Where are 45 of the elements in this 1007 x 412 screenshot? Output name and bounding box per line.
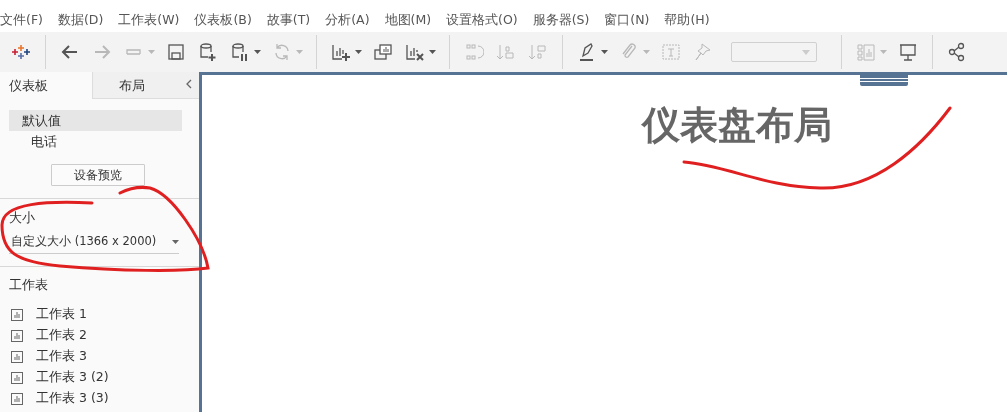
worksheet-icon bbox=[11, 329, 23, 342]
worksheet-icon bbox=[11, 392, 23, 405]
worksheet-icon bbox=[11, 308, 23, 321]
caret-icon[interactable] bbox=[355, 50, 362, 54]
menu-item[interactable]: 故事(T) bbox=[266, 11, 311, 29]
menu-item[interactable]: 帮助(H) bbox=[664, 11, 710, 29]
menu-item[interactable]: 窗口(N) bbox=[604, 11, 650, 29]
drag-handle[interactable] bbox=[860, 75, 908, 86]
menu-item[interactable]: 文件(F) bbox=[0, 11, 43, 29]
dashboard-title: 仪表盘布局 bbox=[642, 102, 832, 149]
caret-icon bbox=[172, 239, 179, 244]
caret-icon bbox=[802, 49, 810, 55]
device-item[interactable]: 电话 bbox=[9, 131, 182, 152]
menu-item[interactable]: 服务器(S) bbox=[532, 11, 590, 29]
caret-icon[interactable] bbox=[254, 50, 261, 54]
caret-icon[interactable] bbox=[601, 50, 608, 54]
panel-tab[interactable]: 布局 bbox=[92, 72, 185, 99]
logo-icon[interactable] bbox=[11, 42, 31, 62]
save-icon[interactable] bbox=[166, 42, 186, 62]
menu-item[interactable]: 数据(D) bbox=[57, 11, 104, 29]
share-icon[interactable] bbox=[947, 42, 967, 62]
menu-item[interactable]: 工作表(W) bbox=[118, 11, 180, 29]
worksheet-item[interactable]: 工作表 3 (2) bbox=[36, 369, 109, 386]
menu-item[interactable]: 设置格式(O) bbox=[446, 11, 518, 29]
worksheet-item[interactable]: 工作表 3 (3) bbox=[36, 390, 109, 407]
section-heading: 大小 bbox=[9, 210, 36, 227]
section-heading: 工作表 bbox=[9, 277, 49, 294]
device-item[interactable]: 默认值 bbox=[9, 110, 182, 131]
menu-item[interactable]: 仪表板(B) bbox=[194, 11, 252, 29]
worksheet-icon bbox=[11, 350, 23, 363]
caret-icon[interactable] bbox=[429, 50, 436, 54]
duplicate-chart-icon[interactable] bbox=[373, 42, 393, 62]
worksheet-item[interactable]: 工作表 1 bbox=[36, 306, 87, 323]
database-pause-icon[interactable] bbox=[230, 42, 250, 62]
menu-item[interactable]: 地图(M) bbox=[384, 11, 432, 29]
device-preview-button[interactable]: 设备预览 bbox=[50, 164, 145, 186]
presentation-icon[interactable] bbox=[898, 42, 918, 62]
worksheet-item[interactable]: 工作表 2 bbox=[36, 327, 87, 344]
worksheet-item[interactable]: 工作表 3 bbox=[36, 348, 87, 365]
clear-chart-icon[interactable] bbox=[405, 42, 425, 62]
worksheet-icon bbox=[11, 371, 23, 384]
size-dropdown[interactable]: 自定义大小 (1366 x 2000) bbox=[9, 234, 179, 254]
new-chart-icon[interactable] bbox=[331, 42, 351, 62]
menu-item[interactable]: 分析(A) bbox=[325, 11, 370, 29]
database-add-icon[interactable] bbox=[198, 42, 218, 62]
